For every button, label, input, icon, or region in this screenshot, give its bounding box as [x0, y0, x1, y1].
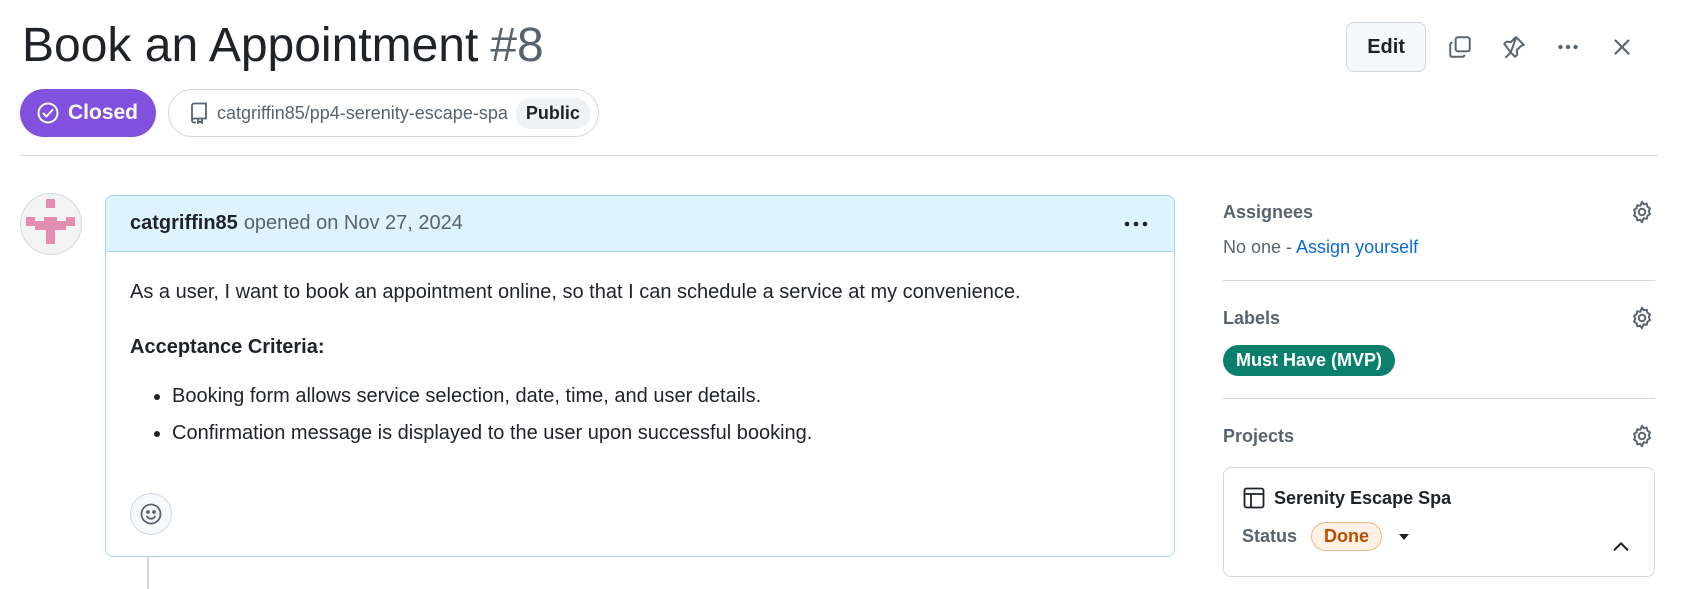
kebab-horizontal-icon[interactable] [1548, 27, 1588, 67]
list-item: Confirmation message is displayed to the… [172, 419, 1150, 447]
comment-opened-date: opened on Nov 27, 2024 [243, 212, 463, 234]
projects-section: Projects Serenity Escape Spa Status Done [1223, 399, 1655, 577]
smiley-icon [140, 503, 162, 525]
header-actions: Edit [1346, 22, 1642, 72]
repo-icon [191, 102, 207, 124]
acceptance-criteria-title: Acceptance Criteria: [130, 336, 325, 358]
projects-gear-icon[interactable] [1629, 423, 1655, 449]
labels-title: Labels [1223, 307, 1281, 328]
project-card: Serenity Escape Spa Status Done [1223, 467, 1655, 577]
avatar[interactable] [20, 193, 82, 255]
pin-icon[interactable] [1494, 27, 1534, 67]
comment-body: As a user, I want to book an appointment… [106, 252, 1174, 447]
edit-button[interactable]: Edit [1346, 22, 1426, 72]
chevron-up-icon[interactable] [1610, 536, 1632, 558]
header-divider [20, 155, 1658, 156]
close-icon[interactable] [1602, 27, 1642, 67]
comment-intro: As a user, I want to book an appointment… [130, 281, 1021, 303]
assignees-none: No one - [1223, 237, 1297, 257]
issue-comment: catgriffin85 opened on Nov 27, 2024 As a… [105, 195, 1175, 557]
labels-gear-icon[interactable] [1629, 305, 1655, 331]
check-circle-icon [37, 102, 59, 124]
comment-header: catgriffin85 opened on Nov 27, 2024 [106, 196, 1174, 252]
assign-yourself-link[interactable]: Assign yourself [1296, 237, 1418, 257]
assignees-gear-icon[interactable] [1629, 199, 1655, 225]
list-item: Booking form allows service selection, d… [172, 382, 1150, 410]
triangle-down-icon[interactable] [1396, 529, 1412, 545]
timeline-line [147, 557, 149, 589]
add-reaction-button[interactable] [130, 493, 172, 535]
issue-state-badge: Closed [20, 89, 157, 137]
project-name[interactable]: Serenity Escape Spa [1274, 488, 1451, 509]
issue-title-row: Book an Appointment #8 [22, 18, 544, 73]
table-icon [1243, 487, 1265, 509]
projects-title: Projects [1223, 425, 1295, 446]
issue-number: #8 [490, 19, 544, 72]
visibility-badge: Public [515, 97, 590, 129]
comment-author[interactable]: catgriffin85 [130, 212, 238, 235]
assignees-title: Assignees [1223, 201, 1314, 222]
status-badge[interactable]: Done [1311, 522, 1383, 551]
acceptance-criteria-list: Booking form allows service selection, d… [172, 382, 1150, 447]
status-label: Status [1242, 526, 1298, 546]
issue-meta-row: Closed catgriffin85/pp4-serenity-escape-… [20, 89, 599, 137]
labels-section: Labels Must Have (MVP) [1223, 281, 1655, 399]
label-must-have[interactable]: Must Have (MVP) [1223, 345, 1396, 376]
repo-name[interactable]: catgriffin85/pp4-serenity-escape-spa [217, 103, 508, 124]
issue-state-label: Closed [68, 101, 139, 124]
issue-sidebar: Assignees No one - Assign yourself Label… [1223, 195, 1655, 577]
project-status-row: Status Done [1242, 522, 1636, 551]
copy-icon[interactable] [1440, 27, 1480, 67]
issue-title: Book an Appointment [22, 19, 479, 72]
assignees-value: No one - Assign yourself [1223, 237, 1655, 258]
comment-menu-icon[interactable] [1122, 212, 1150, 236]
repo-pill[interactable]: catgriffin85/pp4-serenity-escape-spa Pub… [168, 89, 599, 137]
assignees-section: Assignees No one - Assign yourself [1223, 195, 1655, 281]
